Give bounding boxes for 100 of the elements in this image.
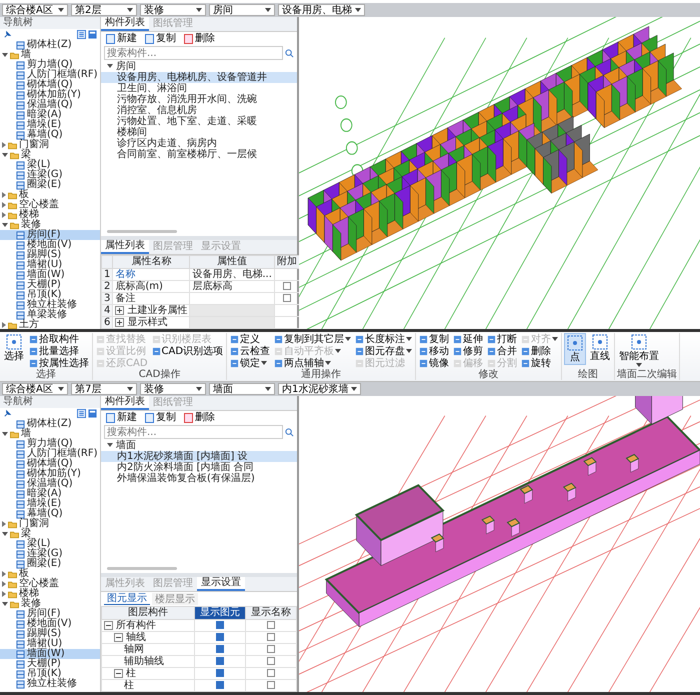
tree-node[interactable]: 房间 [101, 61, 297, 72]
panel-tab[interactable]: 构件列表 [101, 396, 149, 410]
toolbar-button[interactable]: 删除 [182, 33, 217, 44]
group-label[interactable]: 修改 [418, 370, 560, 380]
selector-dropdown[interactable]: 房间 [209, 4, 275, 16]
panel-tab[interactable]: 属性列表 [101, 240, 149, 254]
ribbon-button[interactable]: 长度标注 [354, 333, 414, 345]
list-view-icon[interactable] [77, 30, 86, 39]
selector-dropdown[interactable]: 综合楼A区 [2, 4, 68, 16]
nav-tree-item[interactable]: 板 [0, 190, 100, 200]
layer-tree-item[interactable]: 所有构件 [102, 620, 194, 632]
ribbon-button[interactable]: 云检查 [229, 345, 272, 357]
nav-tree-item[interactable]: 独立柱装修 [0, 300, 100, 310]
panel-tab[interactable]: 构件列表 [101, 17, 149, 31]
ribbon-button[interactable]: 延伸 [452, 333, 484, 345]
ribbon-button[interactable]: 直线 [588, 333, 612, 363]
checkbox[interactable] [267, 669, 275, 678]
nav-tree-item[interactable]: 单梁装修 [0, 310, 100, 320]
component-item[interactable]: 消控室、信息机房 [101, 105, 297, 116]
component-item[interactable]: 内2防火涂料墙面 [内墙面 合同 [101, 462, 297, 473]
nav-tree-item[interactable]: 踢脚(S) [0, 629, 100, 639]
ribbon-button[interactable]: 两点辅轴 [273, 357, 352, 369]
scrollbar[interactable] [107, 567, 177, 570]
checkbox[interactable] [282, 294, 291, 302]
checkbox[interactable] [216, 633, 224, 642]
selector-dropdown[interactable]: 设备用房、电梯 [278, 4, 365, 16]
nav-tree-item[interactable]: 连梁(G) [0, 170, 100, 180]
ribbon-button[interactable]: 复制到其它层 [273, 333, 352, 345]
checkbox[interactable] [267, 657, 275, 666]
nav-tree-item[interactable]: 天棚(P) [0, 280, 100, 290]
nav-tree-item[interactable]: 墙 [0, 50, 100, 60]
ribbon-button[interactable]: 复制 [418, 333, 450, 345]
nav-tree-item[interactable]: 梁(L) [0, 160, 100, 170]
nav-tree-item[interactable]: 砌体柱(Z) [0, 419, 100, 429]
component-item[interactable]: 楼梯间 [101, 127, 297, 138]
selector-dropdown[interactable]: 第7层 [71, 383, 137, 395]
nav-tree-item[interactable]: 砌体加筋(Y) [0, 90, 100, 100]
nav-tree-item[interactable]: 墙垛(E) [0, 499, 100, 509]
nav-tree-item[interactable]: 楼梯 [0, 589, 100, 599]
ribbon-button[interactable]: 锁定 [229, 357, 272, 369]
nav-tree-item[interactable]: 门窗洞 [0, 519, 100, 529]
ribbon-button[interactable]: 拾取构件 [28, 333, 90, 345]
nav-tree-item[interactable]: 剪力墙(Q) [0, 439, 100, 449]
nav-tree-item[interactable]: 墙裙(U) [0, 639, 100, 649]
panel-tab[interactable]: 显示设置 [197, 577, 245, 591]
ribbon-button[interactable]: 移动 [418, 345, 450, 357]
nav-tree-item[interactable]: 天棚(P) [0, 659, 100, 669]
property-group[interactable]: 土建业务属性 [112, 304, 190, 316]
nav-tree-item[interactable]: 墙面(W) [0, 649, 100, 659]
nav-tree-item[interactable]: 墙裙(U) [0, 260, 100, 270]
ribbon-button[interactable]: 批量选择 [28, 345, 90, 357]
nav-tree-item[interactable]: 剪力墙(Q) [0, 60, 100, 70]
nav-tree-item[interactable]: 墙垛(E) [0, 120, 100, 130]
ribbon-button[interactable]: 定义 [229, 333, 272, 345]
ribbon-button[interactable]: 选择 [2, 333, 26, 363]
nav-tree-item[interactable]: 连梁(G) [0, 549, 100, 559]
component-item[interactable]: 诊疗区内走道、病房内 [101, 138, 297, 149]
layer-tree-item[interactable]: 轴线 [102, 632, 194, 644]
sub-tab[interactable]: 图元显示 [104, 593, 150, 605]
nav-tree-item[interactable]: 砌体墙(Q) [0, 80, 100, 90]
nav-tree-item[interactable]: 砌体柱(Z) [0, 40, 100, 50]
component-item[interactable]: 污物处置、地下室、走道、采暖 [101, 116, 297, 127]
list-view-icon[interactable] [77, 409, 86, 418]
checkbox[interactable] [216, 657, 224, 666]
nav-tree-item[interactable]: 暗梁(A) [0, 110, 100, 120]
nav-tree-item[interactable]: 独立柱装修 [0, 679, 100, 689]
layer-tree-item[interactable]: 柱 [102, 668, 194, 680]
nav-tree-item[interactable]: 暗梁(A) [0, 489, 100, 499]
nav-tree-item[interactable]: 楼地面(V) [0, 619, 100, 629]
nav-tree-item[interactable]: 房间(F) [0, 609, 100, 619]
nav-tree-item[interactable]: 幕墙(Q) [0, 509, 100, 519]
ribbon-button[interactable]: 合并 [486, 345, 518, 357]
ribbon-button[interactable]: 删除 [520, 345, 560, 357]
group-label[interactable]: 通用操作 [229, 370, 414, 380]
search-field[interactable]: 搜索构件... [104, 425, 283, 439]
nav-tree-item[interactable]: 墙面(W) [0, 270, 100, 280]
ribbon-button[interactable]: 图元存盘 [354, 345, 414, 357]
checkbox[interactable] [282, 282, 291, 290]
nav-tree-item[interactable]: 砌体墙(Q) [0, 459, 100, 469]
toolbar-button[interactable]: 复制 [143, 33, 178, 44]
nav-tree-item[interactable]: 幕墙(Q) [0, 130, 100, 140]
component-item[interactable]: 外墙保温装饰复合板(有保温层) [101, 473, 297, 484]
nav-tree-item[interactable]: 梁(L) [0, 539, 100, 549]
toolbar-button[interactable]: 删除 [182, 412, 217, 423]
layer-tree-item[interactable]: 轴网 [102, 644, 194, 656]
selector-dropdown[interactable]: 第2层 [71, 4, 137, 16]
nav-tree-item[interactable]: 空心楼盖 [0, 579, 100, 589]
nav-tree-item[interactable]: 土方 [0, 320, 100, 329]
nav-tree-item[interactable]: 房间(F) [0, 230, 100, 240]
group-label[interactable]: 绘图 [564, 370, 612, 380]
nav-tree-item[interactable]: 踢脚(S) [0, 250, 100, 260]
component-item[interactable]: 合同前室、前室楼梯厅、一层候 [101, 149, 297, 160]
group-label[interactable]: 选择 [2, 370, 90, 380]
toolbar-button[interactable]: 新建 [104, 33, 139, 44]
pin-icon[interactable] [3, 409, 12, 418]
nav-tree-item[interactable]: 圈梁(E) [0, 559, 100, 569]
checkbox[interactable] [267, 621, 275, 630]
ribbon-button[interactable]: 智能布置 [617, 333, 662, 368]
nav-tree-item[interactable]: 板 [0, 569, 100, 579]
checkbox[interactable] [267, 681, 275, 690]
